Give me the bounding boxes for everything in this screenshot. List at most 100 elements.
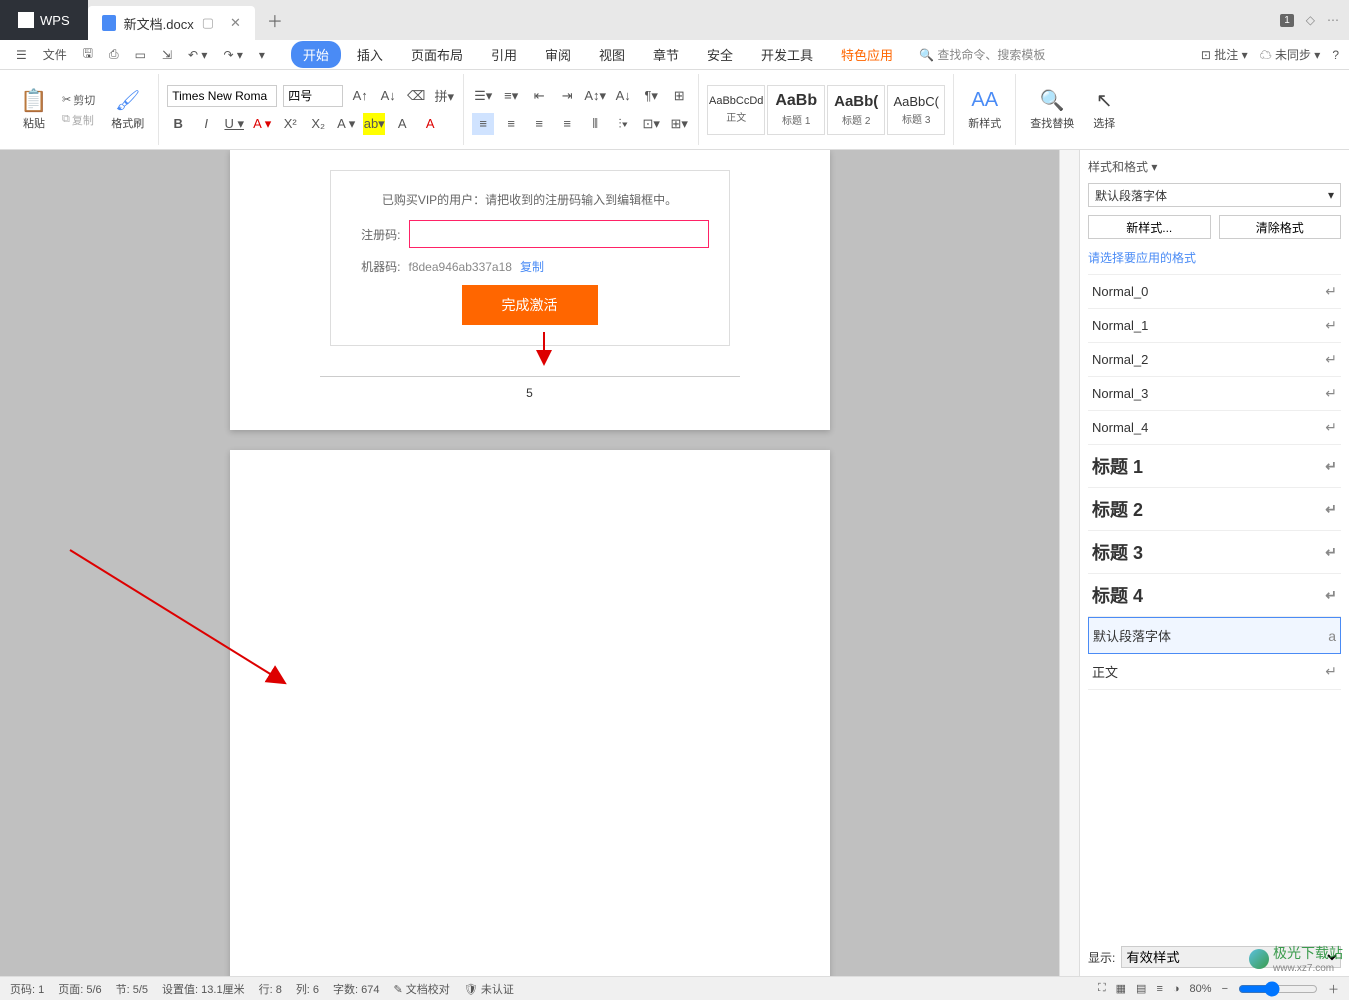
distribute-icon[interactable]: ⫴ (584, 113, 606, 135)
vertical-toolbar[interactable] (1059, 150, 1079, 976)
new-style-panel-button[interactable]: 新样式... (1088, 215, 1211, 239)
zoom-in-icon[interactable]: ＋ (1328, 981, 1339, 997)
export-icon[interactable]: ⇲ (156, 44, 178, 66)
decrease-indent-icon[interactable]: ⇤ (528, 85, 550, 107)
fullscreen-icon[interactable]: ⛶ (1098, 982, 1106, 995)
dropdown-icon[interactable]: ▾ (253, 44, 271, 66)
tab-layout[interactable]: 页面布局 (399, 41, 475, 68)
numbering-icon[interactable]: ≡▾ (500, 85, 522, 107)
style-h2[interactable]: AaBb(标题 2 (827, 85, 885, 135)
registration-input[interactable] (409, 220, 709, 248)
status-words[interactable]: 字数: 674 (333, 981, 379, 997)
copy-link[interactable]: 复制 (520, 258, 544, 275)
style-list-item[interactable]: Normal_3↵ (1088, 377, 1341, 411)
tab-screen-icon[interactable]: ▢ (202, 15, 214, 31)
status-page-num[interactable]: 页码: 1 (10, 981, 44, 997)
decrease-font-icon[interactable]: A↓ (377, 85, 399, 107)
style-list-item[interactable]: Normal_0↵ (1088, 275, 1341, 309)
italic-button[interactable]: I (195, 113, 217, 135)
app-tab[interactable]: WPS (0, 0, 88, 40)
paste-button[interactable]: 📋 粘贴 (16, 85, 52, 135)
tab-security[interactable]: 安全 (695, 41, 745, 68)
skin-icon[interactable]: ◇ (1306, 13, 1315, 27)
phonetic-icon[interactable]: 拼▾ (433, 85, 455, 107)
copy-button[interactable]: ⧉ 复制 (58, 110, 99, 130)
undo-icon[interactable]: ↶ ▾ (182, 44, 213, 66)
reading-mode-icon[interactable]: ◑ (1173, 983, 1180, 995)
style-list-item[interactable]: 标题 4↵ (1088, 574, 1341, 617)
status-pages[interactable]: 页面: 5/6 (58, 981, 101, 997)
style-list-item[interactable]: Normal_2↵ (1088, 343, 1341, 377)
char-border-icon[interactable]: A (419, 113, 441, 135)
style-list-item[interactable]: 标题 3↵ (1088, 531, 1341, 574)
notification-badge[interactable]: 1 (1280, 14, 1294, 27)
status-section[interactable]: 节: 5/5 (116, 981, 148, 997)
show-marks-icon[interactable]: ¶▾ (640, 85, 662, 107)
subscript-icon[interactable]: X₂ (307, 113, 329, 135)
document-viewport[interactable]: 已购买VIP的用户：请把收到的注册码输入到编辑框中。 注册码: 机器码: f8d… (0, 150, 1059, 976)
char-shading-icon[interactable]: A (391, 113, 413, 135)
clear-format-icon[interactable]: ⌫ (405, 85, 427, 107)
comments-button[interactable]: ⊡ 批注 ▾ (1201, 46, 1248, 63)
print-preview-icon[interactable]: ▭ (129, 44, 152, 66)
tab-refs[interactable]: 引用 (479, 41, 529, 68)
text-direction-icon[interactable]: A↕▾ (584, 85, 606, 107)
zoom-out-icon[interactable]: − (1222, 983, 1228, 995)
status-position[interactable]: 设置值: 13.1厘米 (162, 981, 245, 997)
superscript-icon[interactable]: X² (279, 113, 301, 135)
tab-insert[interactable]: 插入 (345, 41, 395, 68)
style-h1[interactable]: AaBb标题 1 (767, 85, 825, 135)
underline-button[interactable]: U ▾ (223, 113, 245, 135)
increase-font-icon[interactable]: A↑ (349, 85, 371, 107)
view-print-icon[interactable]: ▦ (1116, 982, 1126, 995)
status-auth[interactable]: 🛡 未认证 (464, 981, 514, 997)
font-family-select[interactable] (167, 85, 277, 107)
borders-icon[interactable]: ⊞▾ (668, 113, 690, 135)
style-list-item[interactable]: Normal_1↵ (1088, 309, 1341, 343)
tab-review[interactable]: 审阅 (533, 41, 583, 68)
sort-icon[interactable]: A↓ (612, 85, 634, 107)
current-style-select[interactable]: 默认段落字体 ▾ (1088, 183, 1341, 207)
align-center-icon[interactable]: ≡ (500, 113, 522, 135)
page-5[interactable]: 已购买VIP的用户：请把收到的注册码输入到编辑框中。 注册码: 机器码: f8d… (230, 150, 830, 430)
font-size-select[interactable] (283, 85, 343, 107)
style-list-item[interactable]: 默认段落字体a (1088, 617, 1341, 654)
increase-indent-icon[interactable]: ⇥ (556, 85, 578, 107)
status-proofing[interactable]: ✎ 文档校对 (394, 981, 450, 997)
save-icon[interactable]: 🖫 (77, 40, 99, 69)
status-row[interactable]: 行: 8 (259, 981, 282, 997)
redo-icon[interactable]: ↷ ▾ (217, 44, 248, 66)
new-style-button[interactable]: AA 新样式 (962, 85, 1007, 135)
align-justify-icon[interactable]: ≡ (556, 113, 578, 135)
file-menu[interactable]: 文件 (37, 42, 73, 67)
shading-icon[interactable]: ⊡▾ (640, 113, 662, 135)
view-web-icon[interactable]: ▤ (1136, 982, 1146, 995)
close-tab-icon[interactable]: ✕ (230, 15, 241, 31)
page-6[interactable] (230, 450, 830, 976)
tab-icon[interactable]: ⊞ (668, 85, 690, 107)
search-commands[interactable]: 🔍 查找命令、搜索模板 (919, 46, 1045, 63)
align-left-icon[interactable]: ≡ (472, 113, 494, 135)
find-replace-button[interactable]: 🔍 查找替换 (1024, 74, 1080, 145)
tab-chapter[interactable]: 章节 (641, 41, 691, 68)
bullets-icon[interactable]: ☰▾ (472, 85, 494, 107)
tab-home[interactable]: 开始 (291, 41, 341, 68)
activate-button[interactable]: 完成激活 (462, 285, 598, 325)
style-normal[interactable]: AaBbCcDd正文 (707, 85, 765, 135)
view-outline-icon[interactable]: ≡ (1156, 983, 1162, 995)
style-list-item[interactable]: 标题 2↵ (1088, 488, 1341, 531)
style-list-item[interactable]: 标题 1↵ (1088, 445, 1341, 488)
format-painter-button[interactable]: 🖌 格式刷 (105, 85, 150, 135)
style-h3[interactable]: AaBbC(标题 3 (887, 85, 945, 135)
document-tab[interactable]: 新文档.docx ▢ ✕ (88, 6, 255, 40)
hamburger-icon[interactable]: ☰ (10, 44, 33, 66)
status-col[interactable]: 列: 6 (296, 981, 319, 997)
clear-format-button[interactable]: 清除格式 (1219, 215, 1342, 239)
sync-button[interactable]: ☁ 未同步 ▾ (1260, 46, 1321, 63)
style-list-item[interactable]: 正文↵ (1088, 654, 1341, 690)
tab-dev[interactable]: 开发工具 (749, 41, 825, 68)
highlight-icon[interactable]: ab▾ (363, 113, 385, 135)
new-tab-button[interactable]: ＋ (255, 0, 295, 40)
select-button[interactable]: ↖ 选择 (1086, 74, 1122, 145)
style-list-item[interactable]: Normal_4↵ (1088, 411, 1341, 445)
